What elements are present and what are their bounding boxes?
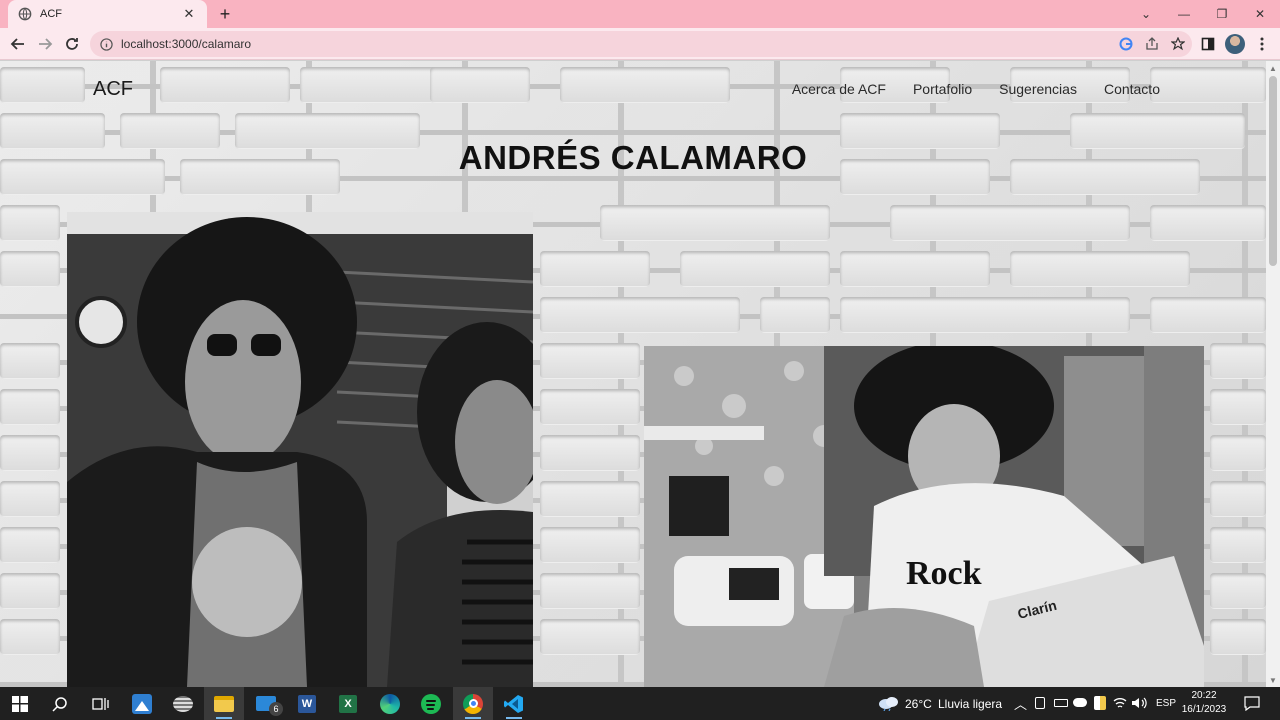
language-indicator[interactable]: ESP xyxy=(1156,698,1176,709)
tray-device-icon[interactable] xyxy=(1035,697,1045,709)
battery-icon[interactable] xyxy=(1054,699,1068,707)
share-icon[interactable] xyxy=(1140,32,1164,56)
nav-link-acerca[interactable]: Acerca de ACF xyxy=(792,81,886,97)
info-icon[interactable] xyxy=(100,37,113,51)
windows-taskbar: 6 W X 26°C Lluvia ligera ︿ ESP 20:22 16/… xyxy=(0,687,1280,720)
weather-desc[interactable]: Lluvia ligera xyxy=(938,697,1002,711)
spotify-icon[interactable] xyxy=(411,687,451,720)
start-button[interactable] xyxy=(0,687,40,720)
nav-link-contacto[interactable]: Contacto xyxy=(1104,81,1160,97)
forward-button[interactable] xyxy=(33,32,57,56)
reload-icon xyxy=(66,38,78,50)
wifi-icon[interactable] xyxy=(1113,696,1127,710)
arrow-right-icon xyxy=(39,38,53,50)
notification-icon[interactable] xyxy=(1244,696,1260,711)
scroll-down-arrow-icon[interactable]: ▼ xyxy=(1266,673,1280,687)
excel-icon[interactable]: X xyxy=(328,687,368,720)
scroll-up-arrow-icon[interactable]: ▲ xyxy=(1266,61,1280,75)
security-shield-icon[interactable] xyxy=(1094,696,1106,710)
browser-toolbar: localhost:3000/calamaro xyxy=(0,28,1280,60)
mail-icon[interactable]: 6 xyxy=(246,687,286,720)
url-text: localhost:3000/calamaro xyxy=(121,37,252,51)
file-explorer-icon[interactable] xyxy=(204,687,244,720)
shirt-text: Rock xyxy=(906,555,982,592)
clock-time: 20:22 xyxy=(1191,690,1217,701)
tray-chevron-up-icon[interactable]: ︿ xyxy=(1014,694,1027,713)
mail-badge: 6 xyxy=(269,702,283,716)
nav-link-portafolio[interactable]: Portafolio xyxy=(913,81,972,97)
bookmark-star-icon[interactable] xyxy=(1166,32,1190,56)
tab-search-icon[interactable]: ⌄ xyxy=(1127,0,1165,28)
nav-link-sugerencias[interactable]: Sugerencias xyxy=(999,81,1077,97)
search-icon[interactable] xyxy=(40,687,80,720)
new-tab-button[interactable]: + xyxy=(214,3,236,25)
nav-links: Acerca de ACF Portafolio Sugerencias Con… xyxy=(792,81,1160,97)
vscode-icon[interactable] xyxy=(494,687,534,720)
onedrive-cloud-icon[interactable] xyxy=(1073,698,1087,707)
brand-logo-link[interactable]: ACF xyxy=(93,78,133,101)
page-title: ANDRÉS CALAMARO xyxy=(458,139,808,176)
side-panel-icon[interactable] xyxy=(1196,32,1220,56)
photo-reading-newspaper: Rock Clarín xyxy=(644,346,1204,687)
close-tab-icon[interactable]: ✕ xyxy=(181,6,197,22)
disc-app-icon[interactable] xyxy=(163,687,203,720)
reload-button[interactable] xyxy=(60,32,84,56)
windows-logo-icon xyxy=(12,695,28,712)
tab-strip: ACF ✕ + ⌄ — ❐ ✕ xyxy=(0,0,1280,28)
photo-app-icon[interactable] xyxy=(122,687,162,720)
volume-icon[interactable] xyxy=(1131,696,1147,710)
browser-tab[interactable]: ACF ✕ xyxy=(8,0,207,28)
page-scrollbar[interactable]: ▲ ▼ xyxy=(1266,61,1280,687)
arrow-left-icon xyxy=(10,38,24,50)
tab-title: ACF xyxy=(40,8,62,20)
weather-temp[interactable]: 26°C xyxy=(905,697,932,711)
minimize-button[interactable]: — xyxy=(1165,0,1203,28)
chrome-icon[interactable] xyxy=(453,687,493,720)
site-navbar: ACF Acerca de ACF Portafolio Sugerencias… xyxy=(0,61,1266,117)
back-button[interactable] xyxy=(6,32,30,56)
weather-cloud-icon[interactable] xyxy=(878,695,900,716)
page-viewport: ACF Acerca de ACF Portafolio Sugerencias… xyxy=(0,61,1266,687)
word-icon[interactable]: W xyxy=(287,687,327,720)
close-window-button[interactable]: ✕ xyxy=(1241,0,1279,28)
avatar[interactable] xyxy=(1223,32,1247,56)
edge-icon[interactable] xyxy=(370,687,410,720)
menu-kebab-icon[interactable] xyxy=(1250,32,1274,56)
scroll-thumb[interactable] xyxy=(1269,76,1277,266)
globe-icon xyxy=(18,7,32,21)
photo-portrait-sunglasses xyxy=(67,212,533,687)
task-view-icon[interactable] xyxy=(80,687,120,720)
clock-date: 16/1/2023 xyxy=(1181,704,1227,715)
system-clock[interactable]: 20:22 16/1/2023 xyxy=(1178,689,1230,717)
maximize-button[interactable]: ❐ xyxy=(1203,0,1241,28)
google-icon[interactable] xyxy=(1114,32,1138,56)
address-bar[interactable]: localhost:3000/calamaro xyxy=(90,31,1192,57)
